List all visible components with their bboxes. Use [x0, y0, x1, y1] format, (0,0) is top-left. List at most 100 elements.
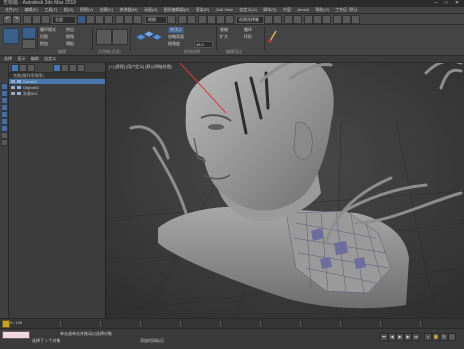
- play-icon[interactable]: ▶: [396, 333, 404, 341]
- scene-row[interactable]: Scene0: [9, 79, 105, 84]
- menu-arnold[interactable]: Arnold: [297, 7, 309, 13]
- display-space-warps-icon[interactable]: [1, 125, 8, 132]
- orbit-icon[interactable]: ↻: [440, 333, 448, 341]
- ribbon-attach[interactable]: 附加: [40, 41, 48, 47]
- scale-icon[interactable]: [133, 15, 142, 24]
- edge-mode-icon[interactable]: [22, 39, 36, 49]
- select-manipulate-icon[interactable]: [178, 15, 187, 24]
- menu-scripting[interactable]: 脚本(S): [263, 7, 276, 13]
- time-slider-thumb[interactable]: [2, 320, 10, 328]
- sort-by-hierarchy-icon[interactable]: [11, 64, 19, 72]
- angle-snap-icon[interactable]: [207, 15, 216, 24]
- render-production-icon[interactable]: [351, 15, 360, 24]
- invert-selection-icon[interactable]: [77, 64, 85, 72]
- window-crossing-icon[interactable]: [104, 15, 113, 24]
- menu-content[interactable]: 内容: [283, 7, 291, 13]
- menu-create[interactable]: 创建(C): [100, 7, 114, 13]
- shrink-button[interactable]: 收缩: [220, 27, 228, 33]
- display-bones-icon[interactable]: [1, 132, 8, 139]
- mirror-icon[interactable]: [264, 15, 273, 24]
- curve-editor-icon[interactable]: [304, 15, 313, 24]
- percent-snap-icon[interactable]: [216, 15, 225, 24]
- scene-row[interactable]: 头发001: [9, 91, 105, 96]
- menu-help[interactable]: 帮助(H): [315, 7, 329, 13]
- eye-icon[interactable]: [11, 92, 15, 95]
- eye-icon[interactable]: [11, 80, 15, 83]
- menu-animation[interactable]: 动画(A): [144, 7, 157, 13]
- previous-frame-icon[interactable]: ◀: [388, 333, 396, 341]
- vertex-mode-icon[interactable]: [22, 27, 36, 39]
- material-editor-icon[interactable]: [322, 15, 331, 24]
- select-none-icon[interactable]: [69, 64, 77, 72]
- scene-menu-select[interactable]: 选择: [4, 56, 12, 62]
- layer-explorer-icon[interactable]: [284, 15, 293, 24]
- ribbon-loop-mode[interactable]: 循环模式: [40, 27, 56, 33]
- select-by-name-icon[interactable]: [86, 15, 95, 24]
- selection-filter-dropdown[interactable]: 全部: [52, 16, 76, 24]
- maxscript-listener[interactable]: [2, 331, 30, 339]
- pivot-center-icon[interactable]: [167, 15, 176, 24]
- keyboard-shortcut-icon[interactable]: [187, 15, 196, 24]
- filter-icon[interactable]: [53, 64, 61, 72]
- ribbon-extrude[interactable]: 挤出: [66, 27, 74, 33]
- geometry-all-icon[interactable]: [96, 29, 112, 45]
- schematic-view-icon[interactable]: [313, 15, 322, 24]
- menu-civil-view[interactable]: Civil View: [216, 7, 233, 13]
- named-selection-sets-dropdown[interactable]: 创建选择集: [236, 16, 264, 24]
- bind-space-warp-icon[interactable]: [41, 15, 50, 24]
- by-angle-checkbox[interactable]: 按角度: [168, 41, 180, 47]
- maximize-button[interactable]: □: [442, 0, 450, 7]
- display-none-icon[interactable]: [1, 83, 8, 90]
- undo-icon[interactable]: ↶: [3, 15, 12, 24]
- angle-value-field[interactable]: 45.0: [194, 41, 213, 48]
- display-helpers-icon[interactable]: [1, 118, 8, 125]
- sort-by-layers-icon[interactable]: [19, 64, 27, 72]
- polygon-modeling-icon[interactable]: [3, 28, 19, 44]
- display-lights-icon[interactable]: [1, 104, 8, 111]
- ribbon-collapse[interactable]: 塌陷: [66, 41, 74, 47]
- scene-menu-edit[interactable]: 编辑: [31, 56, 39, 62]
- menu-rendering[interactable]: 渲染(R): [196, 7, 210, 13]
- spinner-snap-icon[interactable]: [225, 15, 234, 24]
- loop-button[interactable]: 循环: [244, 27, 252, 33]
- by-vertex-checkbox[interactable]: 按顶点: [168, 27, 184, 33]
- eye-icon[interactable]: [11, 86, 15, 89]
- menu-customize[interactable]: 自定义(U): [239, 7, 257, 13]
- maximize-viewport-icon[interactable]: □: [448, 333, 456, 341]
- menu-views[interactable]: 视图(V): [80, 7, 93, 13]
- timeline[interactable]: 0 / 100: [0, 319, 464, 329]
- select-object-icon[interactable]: [77, 15, 86, 24]
- ribbon-bevel[interactable]: 倒角: [66, 34, 74, 40]
- move-icon[interactable]: [115, 15, 124, 24]
- selection-cubes-icon[interactable]: [134, 29, 164, 43]
- go-to-start-icon[interactable]: ⏮: [380, 333, 388, 341]
- rotate-icon[interactable]: [124, 15, 133, 24]
- add-time-tag-button[interactable]: 添加时间标记: [140, 338, 164, 344]
- menu-tools[interactable]: 工具(T): [44, 7, 57, 13]
- viewport-label[interactable]: [+] [透视] [用户定义] [默认明暗处理]: [109, 64, 172, 70]
- perspective-viewport[interactable]: [+] [透视] [用户定义] [默认明暗处理]: [106, 63, 464, 318]
- ribbon-cut[interactable]: 切割: [40, 34, 48, 40]
- go-to-end-icon[interactable]: ⏭: [412, 333, 420, 341]
- paint-brush-icon[interactable]: [268, 29, 278, 43]
- scene-menu-customize[interactable]: 自定义: [44, 56, 56, 62]
- ignore-backfacing-checkbox[interactable]: 忽略背面: [168, 34, 184, 40]
- menu-graph-editors[interactable]: 图形编辑器(D): [164, 7, 190, 13]
- render-setup-icon[interactable]: [333, 15, 342, 24]
- display-containers-icon[interactable]: [1, 139, 8, 146]
- unlink-icon[interactable]: [32, 15, 41, 24]
- scene-row[interactable]: Object01: [9, 85, 105, 90]
- menu-group[interactable]: 组(G): [64, 7, 74, 13]
- align-icon[interactable]: [273, 15, 282, 24]
- workspace-selector[interactable]: 工作区: 默认: [335, 7, 357, 13]
- minimize-button[interactable]: –: [432, 0, 440, 7]
- grow-button[interactable]: 扩大: [220, 34, 228, 40]
- pan-icon[interactable]: ✋: [432, 333, 440, 341]
- link-icon[interactable]: [23, 15, 32, 24]
- toggle-ribbon-icon[interactable]: [293, 15, 302, 24]
- rectangular-selection-icon[interactable]: [95, 15, 104, 24]
- display-cameras-icon[interactable]: [1, 111, 8, 118]
- scene-menu-display[interactable]: 显示: [17, 56, 25, 62]
- ring-button[interactable]: 环形: [244, 34, 252, 40]
- select-all-icon[interactable]: [61, 64, 69, 72]
